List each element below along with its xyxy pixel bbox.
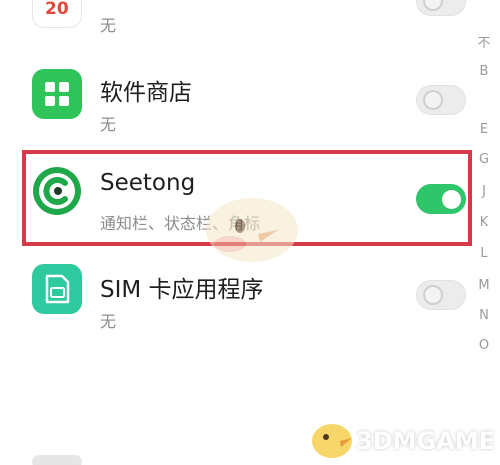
sim-card-app-icon bbox=[32, 264, 82, 314]
index-letter[interactable]: E bbox=[472, 122, 496, 137]
watermark-bird-icon bbox=[312, 424, 352, 458]
app-subtitle: 无 bbox=[100, 16, 117, 35]
app-row-software-store[interactable]: 软件商店 无 bbox=[0, 65, 470, 135]
toggle-knob bbox=[423, 90, 443, 110]
index-letter[interactable]: J bbox=[472, 184, 496, 199]
index-letter[interactable]: N bbox=[472, 308, 496, 323]
notification-toggle[interactable] bbox=[416, 0, 466, 16]
watermark-logo: 3DMGAME bbox=[306, 413, 496, 463]
index-letter[interactable]: M bbox=[472, 278, 496, 293]
next-app-icon-partial bbox=[32, 455, 82, 465]
index-letter[interactable]: O bbox=[472, 338, 496, 353]
index-letter[interactable]: 不 bbox=[472, 32, 496, 51]
notification-toggle[interactable] bbox=[416, 85, 466, 115]
toggle-knob bbox=[423, 0, 443, 11]
software-store-icon bbox=[32, 69, 82, 119]
app-name: 软件商店 bbox=[100, 80, 192, 106]
notification-toggle[interactable] bbox=[416, 280, 466, 310]
index-letter[interactable]: K bbox=[472, 215, 496, 230]
app-name: SIM 卡应用程序 bbox=[100, 277, 264, 303]
watermark-text: 3DMGAME bbox=[356, 427, 496, 455]
toggle-knob bbox=[423, 285, 443, 305]
index-letter[interactable]: L bbox=[472, 246, 496, 261]
app-row-calendar[interactable]: 20 无 bbox=[0, 0, 470, 50]
index-letter[interactable]: B bbox=[472, 64, 496, 79]
watermark-mascot-icon bbox=[196, 190, 308, 266]
calendar-date-label: 20 bbox=[45, 0, 69, 19]
app-subtitle: 无 bbox=[100, 312, 117, 331]
app-row-sim-card[interactable]: SIM 卡应用程序 无 bbox=[0, 258, 470, 333]
app-subtitle: 无 bbox=[100, 115, 117, 134]
calendar-icon: 20 bbox=[32, 0, 82, 28]
index-letter[interactable]: G bbox=[472, 152, 496, 167]
